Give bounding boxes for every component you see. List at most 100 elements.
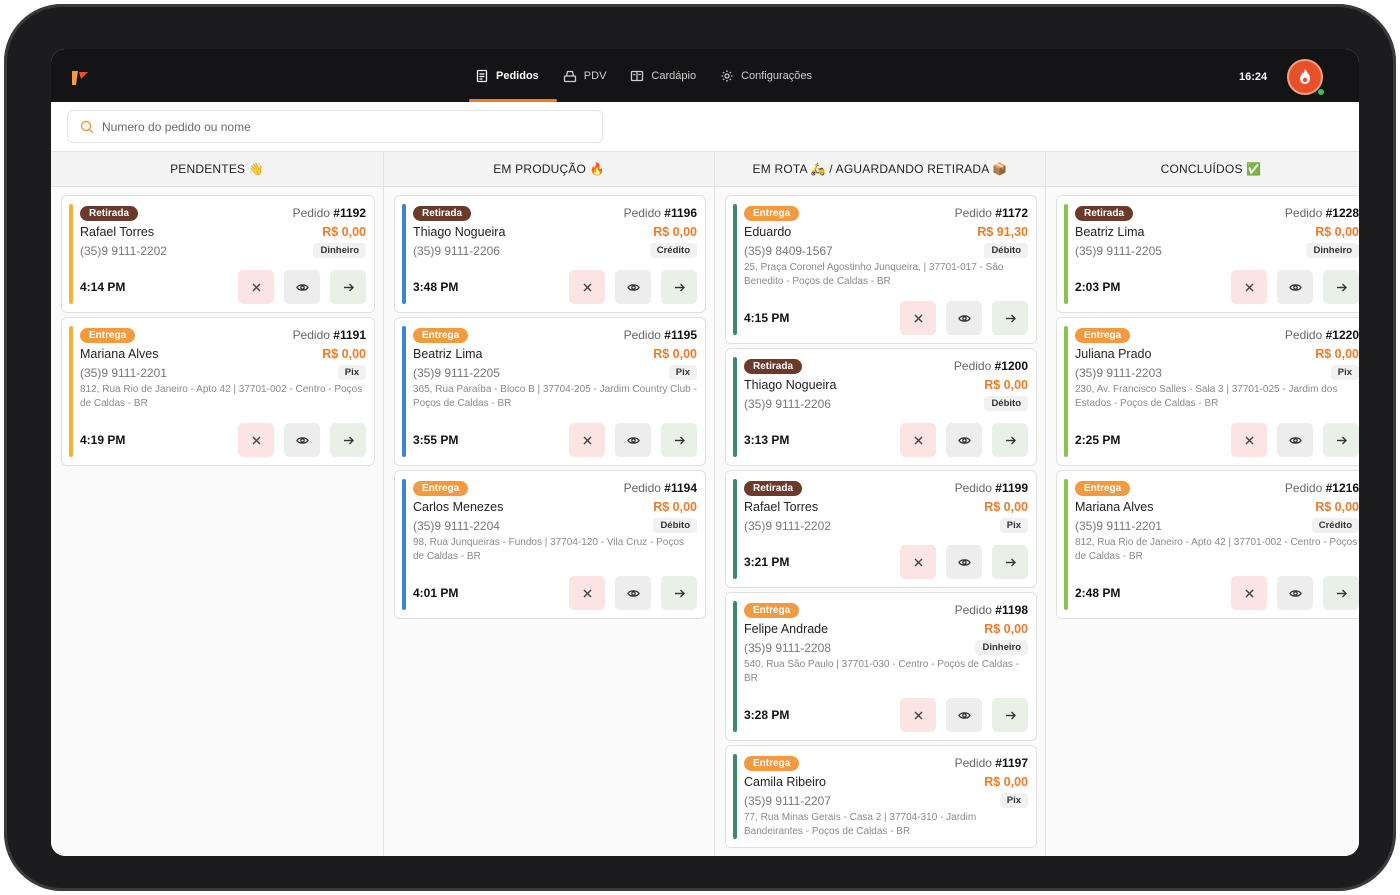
order-label: Pedido xyxy=(292,328,330,342)
order-card[interactable]: Retirada Pedido #1200 Thiago Nogueira R$… xyxy=(725,348,1037,466)
view-order-button[interactable] xyxy=(615,423,651,457)
advance-order-button[interactable] xyxy=(661,270,697,304)
view-order-button[interactable] xyxy=(946,423,982,457)
arrow-right-icon xyxy=(674,589,685,597)
advance-order-button[interactable] xyxy=(1323,576,1359,610)
order-card[interactable]: Entrega Pedido #1198 Felipe Andrade R$ 0… xyxy=(725,592,1037,741)
advance-order-button[interactable] xyxy=(330,423,366,457)
order-type-badge: Retirada xyxy=(744,480,803,496)
view-order-button[interactable] xyxy=(284,270,320,304)
order-type-badge: Entrega xyxy=(744,602,800,618)
delivery-address: 540, Rua São Paulo | 37701-030 - Centro … xyxy=(744,659,1019,684)
order-label: Pedido xyxy=(1284,328,1323,342)
advance-order-button[interactable] xyxy=(1323,423,1359,457)
advance-order-button[interactable] xyxy=(992,423,1028,457)
order-price: R$ 0,00 xyxy=(984,622,1028,636)
order-type-badge: Entrega xyxy=(413,327,469,343)
order-card[interactable]: Retirada Pedido #1192 Rafael Torres R$ 0… xyxy=(61,195,375,313)
card-actions xyxy=(900,698,1028,732)
card-actions xyxy=(238,423,366,457)
cancel-order-button[interactable] xyxy=(569,270,605,304)
order-card[interactable]: Retirada Pedido #1196 Thiago Nogueira R$… xyxy=(394,195,706,313)
order-type-badge: Entrega xyxy=(1075,480,1131,496)
search-icon xyxy=(80,120,94,133)
cancel-order-button[interactable] xyxy=(238,423,274,457)
customer-name: Mariana Alves xyxy=(1075,500,1154,514)
status-color-bar xyxy=(1064,326,1068,457)
payment-method: Dinheiro xyxy=(313,243,366,258)
search-input[interactable] xyxy=(102,119,582,134)
view-order-button[interactable] xyxy=(1277,270,1313,304)
payment-method: Pix xyxy=(1330,365,1359,380)
order-number: Pedido #1196 xyxy=(624,206,697,220)
delivery-address: 812, Rua Rio de Janeiro - Apto 42 | 3770… xyxy=(1075,537,1358,562)
order-number: Pedido #1199 xyxy=(955,481,1028,495)
cancel-order-button[interactable] xyxy=(1231,576,1267,610)
order-number: Pedido #1228 xyxy=(1285,206,1359,220)
view-order-button[interactable] xyxy=(615,270,651,304)
order-time: 3:28 PM xyxy=(744,708,790,722)
advance-order-button[interactable] xyxy=(992,698,1028,732)
nav-tab-cardapio[interactable]: Cardápio xyxy=(624,49,714,102)
order-label: Pedido xyxy=(954,603,992,617)
nav-tab-pdv[interactable]: PDV xyxy=(557,49,625,102)
customer-phone: (35)9 9111-2205 xyxy=(413,365,500,380)
app-logo-icon xyxy=(72,71,88,85)
card-actions xyxy=(1231,270,1359,304)
cancel-order-button[interactable] xyxy=(569,423,605,457)
order-card[interactable]: Entrega Pedido #1194 Carlos Menezes R$ 0… xyxy=(394,470,706,619)
advance-order-button[interactable] xyxy=(992,545,1028,579)
delivery-address: 812, Rua Rio de Janeiro - Apto 42 | 3770… xyxy=(80,384,363,409)
advance-order-button[interactable] xyxy=(992,301,1028,335)
nav-tab-pedidos[interactable]: Pedidos xyxy=(469,49,557,102)
eye-icon xyxy=(1288,589,1302,597)
status-color-bar xyxy=(69,204,73,304)
order-time: 4:15 PM xyxy=(744,311,790,325)
main-nav: Pedidos PDV Cardápio Configurações xyxy=(469,49,830,102)
order-card[interactable]: Retirada Pedido #1199 Rafael Torres R$ 0… xyxy=(725,470,1037,588)
order-card[interactable]: Entrega Pedido #1216 Mariana Alves R$ 0,… xyxy=(1056,470,1359,619)
cancel-order-button[interactable] xyxy=(1231,270,1267,304)
order-card[interactable]: Entrega Pedido #1195 Beatriz Lima R$ 0,0… xyxy=(394,317,706,466)
card-actions xyxy=(1231,423,1359,457)
payment-method: Crédito xyxy=(649,243,697,258)
order-card[interactable]: Entrega Pedido #1220 Juliana Prado R$ 0,… xyxy=(1056,317,1359,466)
arrow-right-icon xyxy=(1005,558,1016,566)
close-icon xyxy=(914,314,922,322)
customer-phone: (35)9 9111-2203 xyxy=(1075,365,1162,380)
card-actions xyxy=(900,423,1028,457)
advance-order-button[interactable] xyxy=(661,576,697,610)
view-order-button[interactable] xyxy=(615,576,651,610)
advance-order-button[interactable] xyxy=(1323,270,1359,304)
advance-order-button[interactable] xyxy=(661,423,697,457)
nav-tab-label: PDV xyxy=(583,69,607,82)
nav-tab-configuracoes[interactable]: Configurações xyxy=(714,49,830,102)
view-order-button[interactable] xyxy=(284,423,320,457)
cancel-order-button[interactable] xyxy=(569,576,605,610)
arrow-right-icon xyxy=(674,436,685,444)
order-card[interactable]: Entrega Pedido #1197 Camila Ribeiro R$ 0… xyxy=(725,745,1037,848)
cancel-order-button[interactable] xyxy=(238,270,274,304)
close-icon xyxy=(583,283,591,291)
order-price: R$ 0,00 xyxy=(1315,500,1359,514)
eye-icon xyxy=(957,711,971,719)
nav-tab-label: Pedidos xyxy=(496,69,539,82)
payment-method: Pix xyxy=(999,793,1028,808)
status-color-bar xyxy=(402,204,406,304)
cancel-order-button[interactable] xyxy=(900,698,936,732)
cancel-order-button[interactable] xyxy=(900,545,936,579)
cancel-order-button[interactable] xyxy=(900,301,936,335)
order-card[interactable]: Entrega Pedido #1172 Eduardo R$ 91,30 (3… xyxy=(725,195,1037,344)
advance-order-button[interactable] xyxy=(330,270,366,304)
order-type-badge: Retirada xyxy=(1075,205,1134,221)
cancel-order-button[interactable] xyxy=(900,423,936,457)
view-order-button[interactable] xyxy=(946,698,982,732)
view-order-button[interactable] xyxy=(1277,423,1313,457)
cancel-order-button[interactable] xyxy=(1231,423,1267,457)
view-order-button[interactable] xyxy=(946,545,982,579)
view-order-button[interactable] xyxy=(1277,576,1313,610)
order-card[interactable]: Entrega Pedido #1191 Mariana Alves R$ 0,… xyxy=(61,317,375,466)
order-label: Pedido xyxy=(623,328,661,342)
view-order-button[interactable] xyxy=(946,301,982,335)
order-card[interactable]: Retirada Pedido #1228 Beatriz Lima R$ 0,… xyxy=(1056,195,1359,313)
